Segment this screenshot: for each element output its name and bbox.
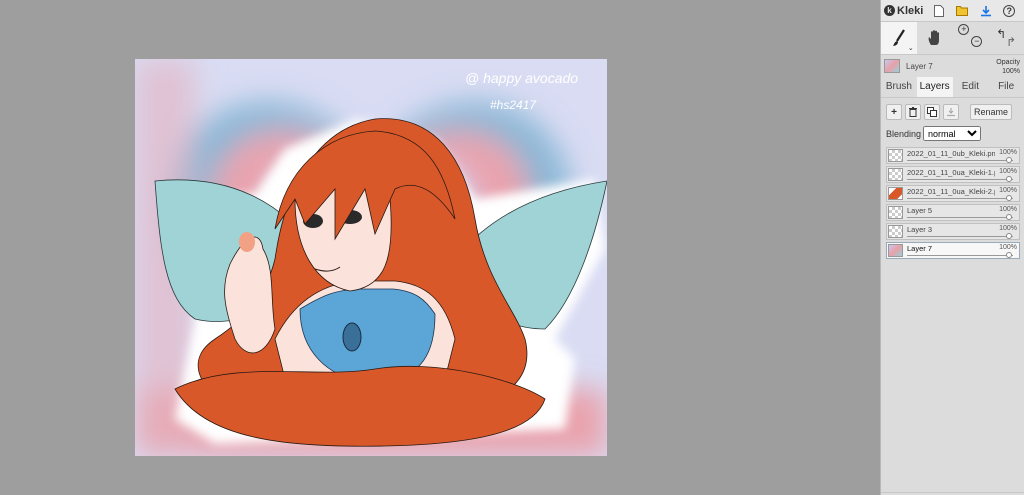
slider-knob[interactable]: [1006, 252, 1012, 258]
save-button[interactable]: [951, 1, 974, 21]
sidebar: k Kleki ? ⌄ + − ↰ ↱ Layer 7 Opacity 100%…: [880, 0, 1024, 495]
layer-opacity-slider[interactable]: [907, 233, 1013, 239]
layer-name: Layer 7: [907, 244, 933, 253]
layer-opacity-slider[interactable]: [907, 195, 1013, 201]
panel-tabs: Brush Layers Edit File: [881, 77, 1024, 98]
layer-thumbnail: [888, 168, 903, 181]
chevron-down-icon[interactable]: ⌄: [908, 44, 914, 52]
tab-brush[interactable]: Brush: [881, 77, 917, 97]
hand-icon: [928, 30, 939, 45]
blending-select[interactable]: normal: [923, 126, 982, 141]
brush-tool[interactable]: ⌄: [881, 22, 917, 54]
slider-knob[interactable]: [1006, 233, 1012, 239]
layer-opacity: 100%: [999, 225, 1017, 232]
layer-item[interactable]: Layer 3 100%: [886, 223, 1020, 240]
layer-thumbnail: [888, 225, 903, 238]
artwork-tag: #hs2417: [490, 98, 537, 112]
opacity-label: Opacity: [996, 59, 1020, 66]
layer-thumbnail: [888, 187, 903, 200]
layer-opacity: 100%: [999, 168, 1017, 175]
slider-knob[interactable]: [1006, 214, 1012, 220]
layer-opacity: 100%: [999, 244, 1017, 251]
new-file-icon: [933, 4, 944, 17]
trash-icon: [909, 107, 917, 117]
canvas-area[interactable]: @ happy avocado #hs2417: [0, 0, 880, 495]
slider-knob[interactable]: [1006, 195, 1012, 201]
layer-opacity-slider[interactable]: [907, 214, 1013, 220]
download-button[interactable]: [974, 1, 997, 21]
layer-opacity: 100%: [999, 149, 1017, 156]
layer-name: Layer 5: [907, 206, 933, 215]
layer-item-selected[interactable]: Layer 7 100%: [886, 242, 1020, 259]
sidebar-bottom-divider: [881, 492, 1024, 493]
new-file-button[interactable]: [927, 1, 950, 21]
layer-opacity-slider[interactable]: [907, 157, 1013, 163]
plus-icon: +: [891, 106, 897, 118]
layer-opacity-slider[interactable]: [907, 176, 1013, 182]
undo-icon[interactable]: ↰: [996, 27, 1006, 41]
layer-item[interactable]: Layer 5 100%: [886, 204, 1020, 221]
folder-icon: [956, 6, 969, 16]
slider-knob[interactable]: [1006, 157, 1012, 163]
layer-thumbnail: [888, 149, 903, 162]
layer-item[interactable]: 2022_01_11_0ua_Kleki-2.png 100%: [886, 185, 1020, 202]
layer-name: 2022_01_11_0ub_Kleki.png: [907, 149, 995, 158]
layer-item[interactable]: 2022_01_11_0ua_Kleki-1.png 100%: [886, 166, 1020, 183]
history-controls: ↰ ↱: [988, 22, 1024, 54]
app-logo[interactable]: k Kleki: [884, 5, 927, 17]
add-layer-button[interactable]: +: [886, 104, 902, 120]
current-layer-opacity: Opacity 100%: [996, 58, 1020, 76]
duplicate-layer-button[interactable]: [924, 104, 940, 120]
zoom-out-icon[interactable]: −: [971, 35, 983, 47]
zoom-controls: + −: [953, 22, 989, 54]
fingertip-blush: [239, 232, 255, 252]
slider-knob[interactable]: [1006, 176, 1012, 182]
layer-opacity: 100%: [999, 206, 1017, 213]
duplicate-icon: [927, 107, 937, 117]
blending-row: Blending normal: [881, 124, 1024, 147]
help-button[interactable]: ?: [998, 1, 1021, 21]
zoom-in-icon[interactable]: +: [958, 23, 970, 35]
layer-opacity-slider[interactable]: [907, 252, 1013, 258]
redo-icon[interactable]: ↱: [1006, 35, 1016, 49]
layer-opacity: 100%: [999, 187, 1017, 194]
layer-thumbnail: [888, 244, 903, 257]
opacity-value: 100%: [1002, 68, 1020, 75]
keyhole: [342, 322, 362, 352]
layer-name: 2022_01_11_0ua_Kleki-2.png: [907, 187, 995, 196]
layer-item[interactable]: 2022_01_11_0ub_Kleki.png 100%: [886, 147, 1020, 164]
hand-tool[interactable]: [917, 22, 953, 54]
current-layer-thumbnail: [884, 59, 900, 73]
rename-layer-button[interactable]: Rename: [970, 104, 1013, 120]
current-layer-name: Layer 7: [906, 61, 933, 71]
tab-layers[interactable]: Layers: [916, 77, 953, 97]
layer-list: 2022_01_11_0ub_Kleki.png 100% 2022_01_11…: [881, 147, 1024, 259]
artwork-canvas[interactable]: @ happy avocado #hs2417: [135, 59, 607, 456]
tool-row: ⌄ + − ↰ ↱: [881, 22, 1024, 55]
artwork-drawing: @ happy avocado #hs2417: [135, 59, 607, 456]
download-icon: [980, 5, 991, 16]
delete-layer-button[interactable]: [905, 104, 921, 120]
brush-icon: [892, 29, 905, 46]
layer-name: 2022_01_11_0ua_Kleki-1.png: [907, 168, 995, 177]
merge-layer-button[interactable]: [943, 104, 959, 120]
blending-label: Blending: [886, 128, 922, 139]
merge-down-icon: [947, 108, 955, 117]
layer-thumbnail: [888, 206, 903, 219]
tab-file[interactable]: File: [988, 77, 1024, 97]
zoom-buttons: + −: [958, 23, 983, 47]
current-layer-info: Layer 7 Opacity 100%: [881, 55, 1024, 77]
layer-name: Layer 3: [907, 225, 933, 234]
sidebar-topbar: k Kleki ?: [881, 0, 1024, 22]
tab-edit[interactable]: Edit: [953, 77, 989, 97]
app-name: Kleki: [897, 4, 924, 17]
help-icon: ?: [1003, 4, 1016, 17]
kleki-logo-icon: k: [884, 5, 895, 16]
artwork-signature: @ happy avocado: [465, 70, 578, 86]
layer-actions: + Rename: [881, 98, 1024, 124]
